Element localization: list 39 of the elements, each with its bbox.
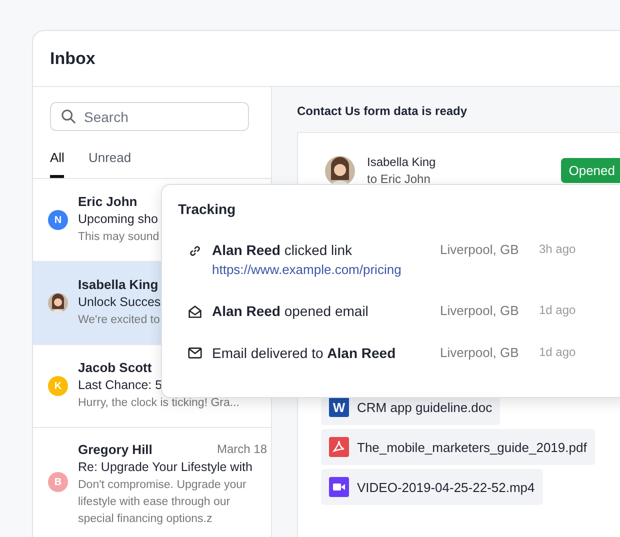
avatar: N: [48, 210, 68, 230]
event-location: Liverpool, GB: [440, 303, 520, 318]
attachment[interactable]: The_mobile_marketers_guide_2019.pdf: [321, 429, 595, 465]
video-file-icon: [329, 477, 349, 497]
event-time: 1d ago: [539, 303, 577, 317]
message-subject: Re: Upgrade Your Lifestyle with: [78, 460, 254, 474]
sender-name: Jacob Scott: [78, 360, 152, 375]
event-location: Liverpool, GB: [440, 242, 520, 257]
search-field[interactable]: Search: [50, 102, 249, 131]
pdf-file-icon: [329, 437, 349, 457]
envelope-icon: [188, 347, 202, 359]
attachment[interactable]: VIDEO-2019-04-25-22-52.mp4: [321, 469, 543, 505]
window-title: Inbox: [50, 48, 96, 68]
open-envelope-icon: [188, 305, 202, 319]
message-subject: Upcoming sho: [78, 212, 159, 226]
sender-name: Eric John: [78, 194, 138, 209]
event-location: Liverpool, GB: [440, 345, 520, 360]
message-preview: We're excited to: [78, 313, 161, 328]
sender-name: Isabella King: [78, 277, 158, 292]
avatar: K: [48, 376, 68, 396]
search-icon: [61, 109, 76, 124]
avatar: B: [48, 472, 68, 492]
message-preview: Don't compromise. Upgrade your lifestyle with ease through our special financing options.z: [78, 478, 248, 527]
sender-name: Isabella King: [367, 155, 437, 169]
tab[interactable]: All: [50, 150, 64, 178]
message-preview: Hurry, the clock is ticking! Gra...: [78, 396, 240, 411]
recipient: to Eric John: [367, 172, 432, 186]
message-item[interactable]: B Gregory Hill March 18 Re: Upgrade Your Lifestyle with Don't compromise. Upgrade your lifestyle with ease through our special financing options.z: [33, 428, 271, 537]
word-file-icon: W: [329, 397, 349, 417]
popover-title: Tracking: [178, 201, 236, 217]
event-time: 1d ago: [539, 345, 577, 359]
event-time: 3h ago: [539, 242, 577, 256]
detail-heading: Contact Us form data is ready: [297, 104, 468, 118]
link-icon: [188, 244, 202, 258]
message-preview: This may sound: [78, 230, 160, 245]
sender-name: Gregory Hill: [78, 442, 152, 457]
message-subject: Unlock Succes: [78, 295, 162, 309]
message-date: March 18: [216, 442, 267, 457]
tab[interactable]: Unread: [88, 150, 132, 178]
